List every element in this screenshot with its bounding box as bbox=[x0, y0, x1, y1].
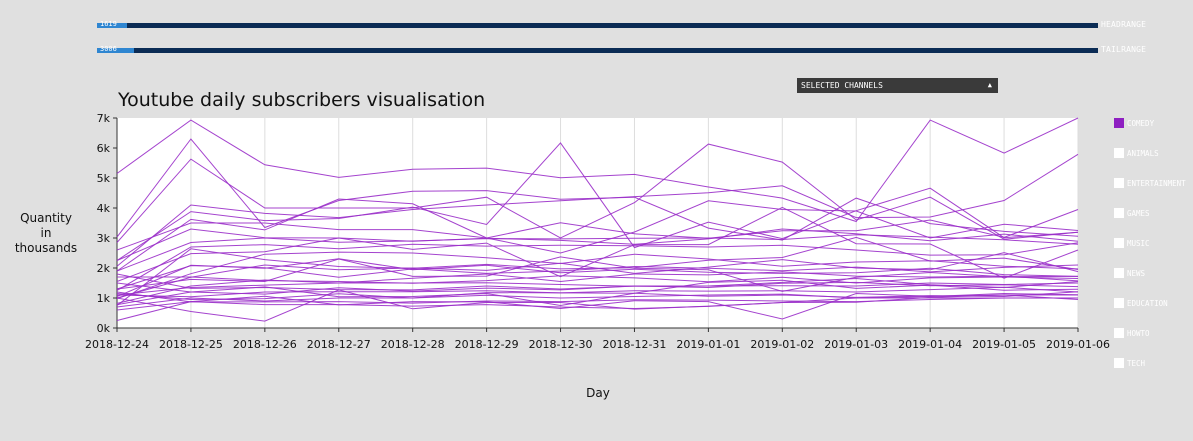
legend-label: ANIMALS bbox=[1127, 149, 1159, 158]
x-tick-label: 2018-12-24 bbox=[85, 338, 149, 351]
x-tick-label: 2019-01-01 bbox=[676, 338, 740, 351]
x-tick-label: 2019-01-04 bbox=[898, 338, 962, 351]
y-tick-label: 7k bbox=[97, 112, 111, 125]
legend-label: MUSIC bbox=[1127, 239, 1150, 248]
x-tick-label: 2018-12-31 bbox=[602, 338, 666, 351]
y-tick-label: 1k bbox=[97, 292, 111, 305]
legend-checkbox[interactable] bbox=[1114, 118, 1124, 128]
legend-label: ENTERTAINMENT bbox=[1127, 179, 1186, 188]
x-tick-label: 2018-12-25 bbox=[159, 338, 223, 351]
line-chart: 0k 1k 2k 3k 4k 5k 6k 7k 2018-12-24 2018-12-25 2018… bbox=[85, 112, 1110, 351]
x-tick-label: 2018-12-30 bbox=[529, 338, 593, 351]
x-tick-label: 2019-01-06 bbox=[1046, 338, 1110, 351]
x-tick-label: 2019-01-03 bbox=[824, 338, 888, 351]
x-tick-label: 2019-01-02 bbox=[750, 338, 814, 351]
y-tick-label: 6k bbox=[97, 142, 111, 155]
y-tick-label: 0k bbox=[97, 322, 111, 335]
legend-checkbox[interactable] bbox=[1114, 298, 1124, 308]
legend-checkbox[interactable] bbox=[1114, 208, 1124, 218]
x-tick-label: 2018-12-27 bbox=[307, 338, 371, 351]
y-tick-label: 4k bbox=[97, 202, 111, 215]
x-tick-label: 2018-12-28 bbox=[381, 338, 445, 351]
y-tick-label: 2k bbox=[97, 262, 111, 275]
legend-checkbox[interactable] bbox=[1114, 148, 1124, 158]
legend-label: TECH bbox=[1127, 359, 1146, 368]
y-tick-label: 3k bbox=[97, 232, 111, 245]
legend-label: HOWTO bbox=[1127, 329, 1150, 338]
legend-checkbox[interactable] bbox=[1114, 358, 1124, 368]
legend-checkbox[interactable] bbox=[1114, 328, 1124, 338]
legend-checkbox[interactable] bbox=[1114, 268, 1124, 278]
x-tick-label: 2018-12-26 bbox=[233, 338, 297, 351]
legend-label: NEWS bbox=[1127, 269, 1146, 278]
y-tick-label: 5k bbox=[97, 172, 111, 185]
x-tick-label: 2019-01-05 bbox=[972, 338, 1036, 351]
x-tick-label: 2018-12-29 bbox=[455, 338, 519, 351]
legend-label: EDUCATION bbox=[1127, 299, 1168, 308]
legend-label: GAMES bbox=[1127, 209, 1150, 218]
legend-checkbox[interactable] bbox=[1114, 238, 1124, 248]
legend-label: COMEDY bbox=[1127, 119, 1155, 128]
legend-checkbox[interactable] bbox=[1114, 178, 1124, 188]
